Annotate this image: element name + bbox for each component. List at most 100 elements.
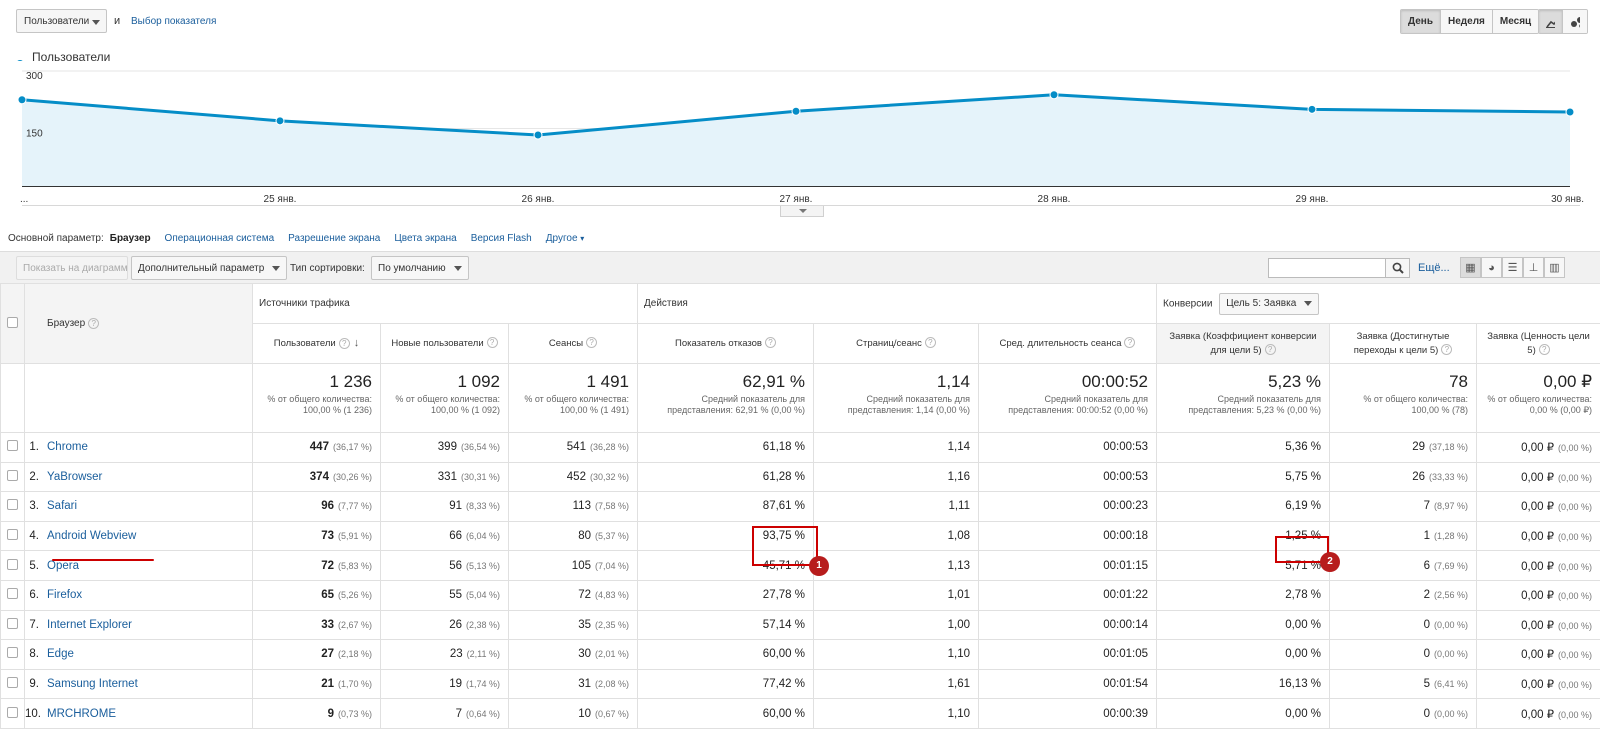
row-checkbox[interactable]	[7, 440, 18, 452]
view-pie-button[interactable]: ◕	[1481, 257, 1502, 278]
table-row: 8. Edge 27 (2,18 %) 23 (2,11 %) 30 (2,01 %) 60,0…	[0, 639, 1600, 670]
row-checkbox[interactable]	[7, 588, 18, 600]
row-checkbox[interactable]	[7, 558, 18, 570]
chart-collapse-handle[interactable]	[780, 206, 824, 217]
metric-select[interactable]: Пользователи	[16, 9, 107, 33]
browser-link[interactable]: YaBrowser	[47, 471, 102, 483]
total-goal-conversion-rate: 5,23 % Средний показатель для представлен…	[1156, 363, 1331, 433]
sessions-pct: (36,28 %)	[589, 442, 629, 453]
table-search-input[interactable]	[1268, 258, 1386, 278]
select-all-checkbox[interactable]	[7, 316, 18, 328]
goal-value-cell: 0,00 ₽ (0,00 %)	[1476, 520, 1600, 552]
sessions-cell: 113 (7,58 %)	[508, 491, 638, 522]
dimension-other-dropdown[interactable]: Другое ▾	[546, 233, 585, 244]
table-row: 9. Samsung Internet 21 (1,70 %) 19 (1,74 %) 31…	[0, 668, 1600, 700]
period-week-button[interactable]: Неделя	[1441, 10, 1493, 33]
dimension-os[interactable]: Операционная система	[165, 233, 275, 244]
header-pages-per-session[interactable]: Страниц/сеанс?	[813, 323, 979, 364]
row-checkbox[interactable]	[7, 499, 18, 511]
browser-link[interactable]: Samsung Internet	[47, 678, 138, 690]
dimension-browser: Браузер	[109, 233, 151, 244]
goal-completions-pct: (0,00 %)	[1434, 619, 1469, 630]
header-goal-value[interactable]: Заявка (Ценность цели 5)?	[1476, 323, 1600, 364]
show-on-chart-button[interactable]: Показать на диаграмме	[16, 256, 128, 280]
table-row: 2. YaBrowser 374 (30,26 %) 331 (30,31 %) 452 (3…	[0, 461, 1600, 493]
header-bounce-rate[interactable]: Показатель отказов?	[637, 323, 814, 364]
period-day-button[interactable]: День	[1401, 10, 1441, 33]
goal-completions-pct: (2,56 %)	[1434, 590, 1469, 601]
header-goal-completions[interactable]: Заявка (Достигнутые переходы к цели 5)?	[1329, 323, 1478, 364]
sessions-value: 452	[566, 470, 586, 483]
new-users-pct: (5,04 %)	[465, 590, 500, 601]
pie-chart-icon: ◕	[1488, 261, 1495, 274]
motion-chart-button[interactable]	[1563, 10, 1587, 33]
row-checkbox[interactable]	[7, 677, 18, 689]
goal-value-cell: 0,00 ₽ (0,00 %)	[1476, 550, 1600, 581]
goal-value-pct: (0,00 %)	[1558, 620, 1593, 631]
users-chart: 300 150... 25 янв. 26 янв. 27 янв. 28 янв. 29 …	[17, 60, 1584, 206]
goal-value-pct: (0,00 %)	[1558, 443, 1593, 454]
x-tick-label: 28 янв.	[1038, 194, 1071, 205]
browser-link[interactable]: Edge	[47, 648, 74, 660]
x-tick-label: 25 янв.	[264, 194, 297, 205]
row-index: 2.	[29, 470, 39, 483]
row-checkbox[interactable]	[7, 647, 18, 659]
header-new-users[interactable]: Новые пользователи?	[380, 323, 509, 364]
avg-duration-cell: 00:00:53	[977, 461, 1158, 493]
totals-empty-cell	[24, 363, 253, 433]
view-table-button[interactable]: ▦	[1460, 257, 1481, 278]
secondary-dimension-label: Дополнительный параметр	[138, 262, 265, 274]
dimension-screen-colors[interactable]: Цвета экрана	[394, 233, 456, 244]
goal-completions-pct: (6,41 %)	[1434, 679, 1469, 690]
users-cell: 374 (30,26 %)	[252, 461, 381, 493]
header-users[interactable]: Пользователи? ↓	[252, 323, 381, 364]
browser-link[interactable]: Safari	[47, 500, 77, 512]
users-value: 21	[321, 678, 334, 691]
help-icon: ?	[924, 337, 936, 349]
row-checkbox-cell	[0, 491, 25, 522]
row-checkbox[interactable]	[7, 617, 18, 629]
dimension-flash-version[interactable]: Версия Flash	[471, 233, 532, 244]
browser-link[interactable]: Android Webview	[47, 530, 136, 542]
new-users-pct: (0,64 %)	[465, 708, 500, 719]
sessions-pct: (0,67 %)	[594, 708, 629, 719]
row-checkbox[interactable]	[7, 469, 18, 481]
users-pct: (36,17 %)	[332, 442, 372, 453]
browser-link[interactable]: MRCHROME	[47, 708, 116, 720]
header-avg-duration[interactable]: Сред. длительность сеанса?	[977, 323, 1158, 364]
metric-select-label: Пользователи	[24, 15, 90, 27]
header-sessions[interactable]: Сеансы?	[508, 323, 638, 364]
row-checkbox-cell	[0, 609, 25, 641]
sort-type-select[interactable]: По умолчанию	[371, 256, 469, 280]
period-switcher: День Неделя Месяц	[1400, 9, 1540, 34]
header-goal-conversion-rate[interactable]: Заявка (Коэффициент конверсии для цели 5…	[1156, 323, 1331, 364]
goal-completions-pct: (8,97 %)	[1434, 501, 1469, 512]
chart-type-switcher	[1538, 9, 1588, 34]
dimension-screen-resolution[interactable]: Разрешение экрана	[288, 233, 380, 244]
row-checkbox[interactable]	[7, 529, 18, 541]
sort-type-label: Тип сортировки:	[290, 263, 365, 274]
view-pivot-button[interactable]: ▥	[1544, 257, 1565, 278]
secondary-dimension-select[interactable]: Дополнительный параметр	[131, 256, 288, 280]
browser-link[interactable]: Opera	[47, 560, 79, 572]
browser-link[interactable]: Internet Explorer	[47, 619, 132, 631]
header-browser[interactable]: Браузер?	[24, 283, 253, 364]
primary-dimension-label: Основной параметр:	[8, 233, 104, 244]
period-month-button[interactable]: Месяц	[1492, 10, 1539, 33]
view-performance-button[interactable]: ☰	[1502, 257, 1523, 278]
goal-select[interactable]: Цель 5: Заявка	[1219, 292, 1320, 315]
row-checkbox[interactable]	[7, 706, 18, 718]
browser-link[interactable]: Firefox	[47, 589, 82, 601]
view-comparison-button[interactable]: ⊥	[1523, 257, 1544, 278]
more-link[interactable]: Ещё...	[1418, 262, 1450, 274]
browser-cell: 3. Safari	[24, 491, 253, 522]
goal-completions-pct: (1,28 %)	[1434, 531, 1469, 542]
goal-value-value: 0,00 ₽	[1521, 442, 1555, 455]
choose-metric-link[interactable]: Выбор показателя	[131, 16, 216, 27]
pages-per-session-cell: 1,11	[813, 491, 979, 522]
line-chart-button[interactable]	[1539, 10, 1563, 33]
total-value: 1 236	[329, 372, 372, 391]
search-button[interactable]	[1385, 258, 1410, 278]
browser-link[interactable]: Chrome	[47, 441, 88, 453]
header-sessions-label: Сеансы	[548, 337, 584, 349]
